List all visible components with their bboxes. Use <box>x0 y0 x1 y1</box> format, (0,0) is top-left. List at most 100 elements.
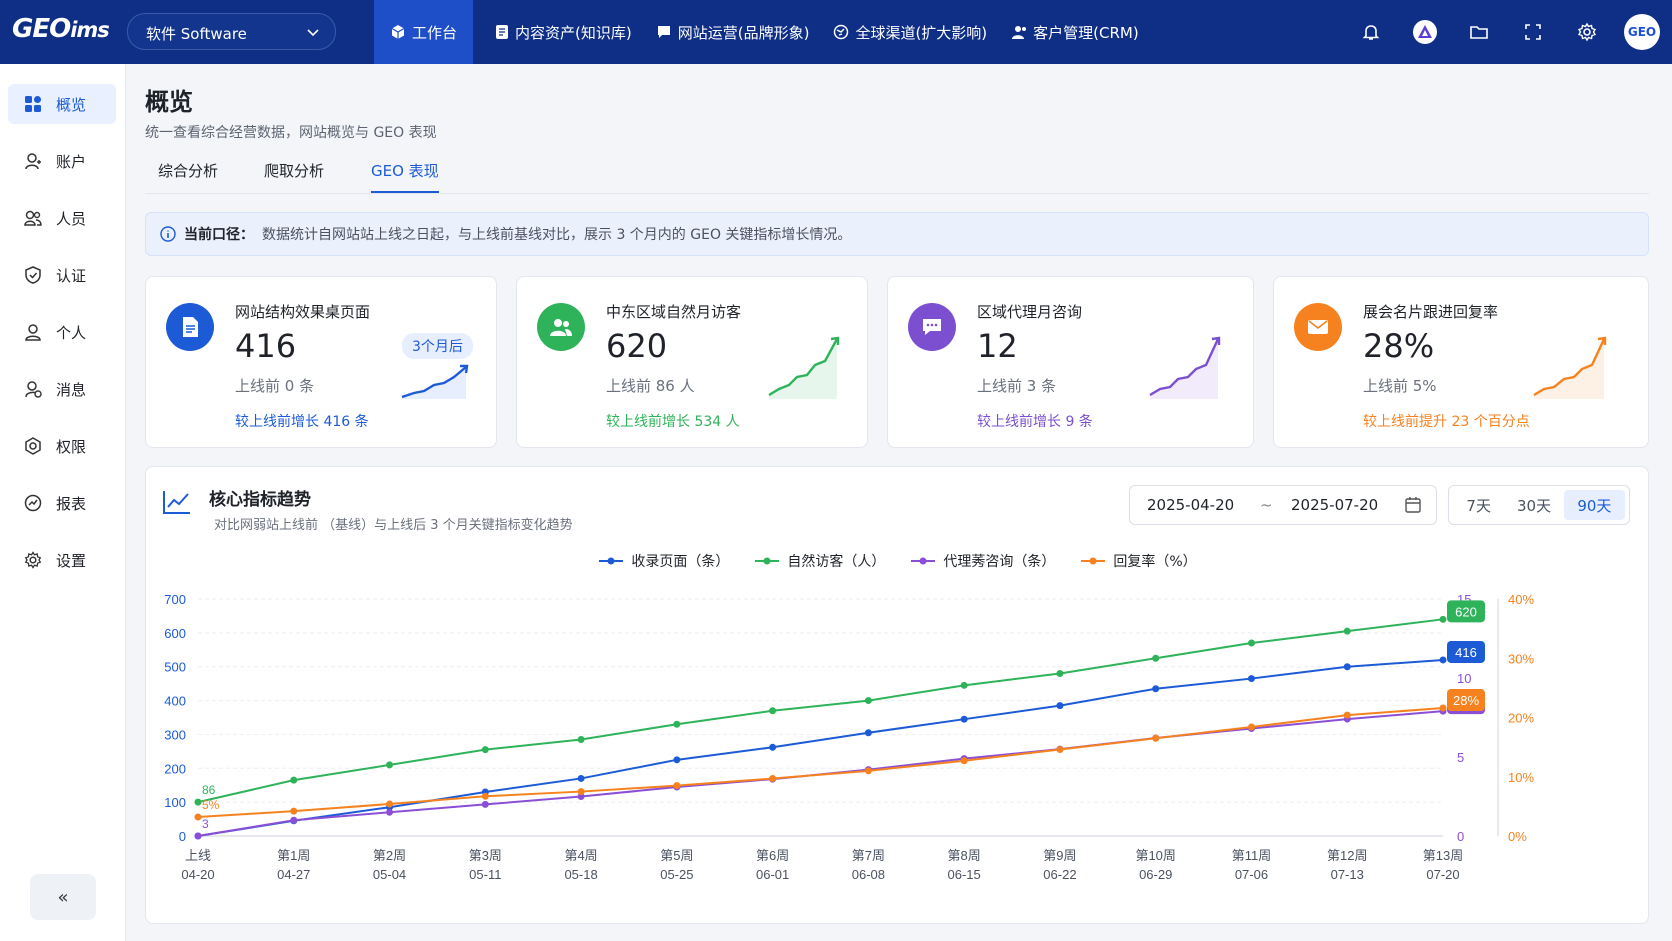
data-point <box>1439 615 1447 623</box>
report-icon <box>24 494 42 512</box>
kpi-card-reply-rate[interactable]: 展会名片跟进回复率 28% 上线前 5% 较上线前提升 23 个百分点 <box>1273 276 1649 448</box>
kpi-title: 网站结构效果桌页面 <box>235 303 371 321</box>
y-tick-label-left: 100 <box>164 795 186 810</box>
data-point <box>194 832 202 840</box>
kpi-growth: 较上线前增长 416 条 <box>235 414 369 430</box>
y-tick-label-right2: 40% <box>1508 592 1534 607</box>
gear-icon <box>24 551 42 569</box>
x-tick-label-date: 07-13 <box>1331 867 1364 882</box>
x-tick-label-date: 06-01 <box>756 867 789 882</box>
data-point <box>577 788 585 796</box>
data-point <box>1247 723 1255 731</box>
folder-icon[interactable] <box>1462 15 1496 49</box>
nav-crm[interactable]: 客户管理(CRM) <box>999 0 1151 64</box>
top-right-tools: GEO <box>1354 14 1660 50</box>
x-tick-label-date: 06-22 <box>1043 867 1076 882</box>
gear-icon[interactable] <box>1570 15 1604 49</box>
document-icon <box>496 25 509 39</box>
x-tick-label: 第11周 <box>1232 848 1272 863</box>
sparkline <box>401 364 469 399</box>
data-point <box>1152 654 1160 662</box>
end-value-label: 416 <box>1455 645 1477 660</box>
data-point <box>194 798 202 806</box>
fullscreen-icon[interactable] <box>1516 15 1550 49</box>
nav-workbench[interactable]: 工作台 <box>374 0 474 64</box>
app-logo[interactable]: GEOims <box>12 14 110 44</box>
nav-global-channels[interactable]: 全球渠道(扩大影响) <box>821 0 999 64</box>
sidebar-item-settings[interactable]: 设置 <box>8 540 116 580</box>
kpi-growth: 较上线前提升 23 个百分点 <box>1363 414 1530 430</box>
account-icon <box>25 153 41 170</box>
kpi-title: 展会名片跟进回复率 <box>1363 303 1499 321</box>
start-value-label: 5% <box>202 798 220 812</box>
x-tick-label-date: 07-06 <box>1235 867 1268 882</box>
top-nav: 工作台 内容资产(知识库) 网站运营(品牌形象) 全球渠道(扩大影响) 客户管理… <box>374 0 1151 64</box>
y-tick-label-right2: 30% <box>1508 651 1534 666</box>
data-point <box>386 761 394 769</box>
data-point <box>577 736 585 744</box>
x-tick-label-date: 05-25 <box>660 867 693 882</box>
kpi-card-visitors[interactable]: 中东区域自然月访客 620 上线前 86 人 较上线前增长 534 人 <box>516 276 868 448</box>
nav-site-ops[interactable]: 网站运营(品牌形象) <box>644 0 822 64</box>
software-select[interactable]: 软件 Software <box>127 13 336 50</box>
sidebar-item-permissions[interactable]: 权限 <box>8 426 116 466</box>
dashboard-icon <box>25 96 41 112</box>
x-tick-label: 上线 <box>185 848 211 863</box>
data-point <box>577 774 585 782</box>
sidebar: 概览 账户 人员 认证 个人 消息 权限 报表 设置 « <box>0 64 126 941</box>
brand-triangle-icon[interactable] <box>1408 15 1442 49</box>
kpi-card-consults[interactable]: 区域代理月咨询 12 上线前 3 条 较上线前增长 9 条 <box>887 276 1254 448</box>
user-group-icon <box>1012 26 1027 39</box>
data-point <box>960 681 968 689</box>
sidebar-item-people[interactable]: 人员 <box>8 198 116 238</box>
data-point <box>481 792 489 800</box>
x-tick-label: 第10周 <box>1135 848 1175 863</box>
kpi-value: 12 <box>977 327 1018 365</box>
end-value-label: 28% <box>1453 693 1479 708</box>
data-point <box>1343 663 1351 671</box>
data-point <box>769 743 777 751</box>
sidebar-item-messages[interactable]: 消息 <box>8 369 116 409</box>
data-point <box>290 807 298 815</box>
start-value-label: 86 <box>202 783 216 797</box>
data-point <box>960 757 968 765</box>
data-point <box>1152 734 1160 742</box>
data-point <box>673 720 681 728</box>
y-tick-label-left: 600 <box>164 626 186 641</box>
tab-comprehensive[interactable]: 综合分析 <box>158 160 218 191</box>
bell-icon[interactable] <box>1354 15 1388 49</box>
y-tick-label-right1: 10 <box>1457 671 1471 686</box>
start-value-label: 3 <box>202 817 209 831</box>
notice-banner: 当前口径： 数据统计自网站站上线之日起，与上线前基线对比，展示 3 个月内的 G… <box>145 212 1649 256</box>
data-point <box>864 729 872 737</box>
sidebar-item-personal[interactable]: 个人 <box>8 312 116 352</box>
sparkline <box>768 336 840 399</box>
kpi-growth: 较上线前增长 9 条 <box>977 414 1093 430</box>
chevron-down-icon <box>307 29 319 37</box>
notice-text: 数据统计自网站站上线之日起，与上线前基线对比，展示 3 个月内的 GEO 关键指… <box>262 227 852 243</box>
x-tick-label: 第13周 <box>1423 848 1463 863</box>
sidebar-item-account[interactable]: 账户 <box>8 141 116 181</box>
kpi-baseline: 上线前 0 条 <box>235 377 315 395</box>
data-point <box>864 697 872 705</box>
tab-crawl[interactable]: 爬取分析 <box>264 160 324 191</box>
x-tick-label: 第7周 <box>852 848 885 863</box>
collapse-sidebar-button[interactable]: « <box>30 874 96 920</box>
sidebar-item-reports[interactable]: 报表 <box>8 483 116 523</box>
sidebar-item-certification[interactable]: 认证 <box>8 255 116 295</box>
x-tick-label: 第3周 <box>469 848 502 863</box>
avatar[interactable]: GEO <box>1624 14 1660 50</box>
data-point <box>864 767 872 775</box>
data-point <box>481 800 489 808</box>
trend-line-chart: 01002003004005006007000510150%10%20%30%4… <box>164 592 1534 882</box>
data-point <box>1247 675 1255 683</box>
kpi-card-pages[interactable]: 网站结构效果桌页面 416 3个月后 上线前 0 条 较上线前增长 416 条 <box>145 276 497 448</box>
series-line <box>197 710 1444 837</box>
data-point <box>194 813 202 821</box>
x-tick-label: 第1周 <box>277 848 310 863</box>
sidebar-item-overview[interactable]: 概览 <box>8 84 116 124</box>
y-tick-label-left: 700 <box>164 592 186 607</box>
data-point <box>1343 627 1351 635</box>
tab-geo[interactable]: GEO 表现 <box>371 160 439 193</box>
nav-content-assets[interactable]: 内容资产(知识库) <box>483 0 644 64</box>
